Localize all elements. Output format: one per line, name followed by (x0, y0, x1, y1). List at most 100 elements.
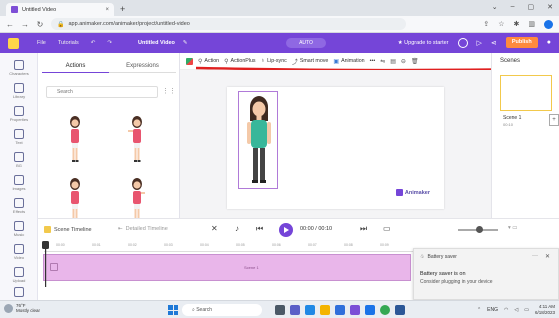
ruler-tick: 00:03 (164, 243, 173, 247)
battery-saver-notification[interactable]: ♧ Battery saver ··· ✕ Battery saver is o… (413, 248, 559, 300)
tutorials-menu[interactable]: Tutorials (58, 40, 79, 46)
preview-play-icon[interactable]: ▷ (477, 39, 482, 47)
teams-chat-icon[interactable] (290, 305, 300, 315)
zoom-level-dropdown[interactable]: ▾ ▭ (508, 225, 518, 231)
caption-icon[interactable]: ▭ (383, 224, 391, 233)
rail-item-video[interactable]: Video (0, 244, 38, 260)
action-thumbnail[interactable] (112, 115, 162, 171)
extensions-icon[interactable]: ✱ (514, 20, 520, 28)
forward-icon[interactable]: ⏭ (360, 224, 367, 234)
video-canvas[interactable]: Animaker (227, 87, 444, 209)
reload-icon[interactable]: ↻ (36, 20, 44, 29)
playhead-handle[interactable] (42, 241, 49, 287)
animation-button[interactable]: ▣ Animation (333, 58, 364, 65)
new-tab-button[interactable]: + (120, 4, 125, 14)
microphone-icon[interactable]: ♪ (235, 224, 239, 233)
lipsync-button[interactable]: ♁ Lip-sync (261, 58, 287, 64)
chrome-browser-icon[interactable] (380, 305, 390, 315)
flip-icon[interactable]: ⇋ (380, 58, 385, 65)
character-figure-icon (128, 116, 142, 162)
sidebar-icon[interactable]: ▥ (528, 20, 535, 28)
store-icon[interactable] (335, 305, 345, 315)
actionplus-button[interactable]: ⚲ ActionPlus (224, 58, 255, 65)
taskbar-search[interactable]: ⌕ Search (182, 304, 262, 316)
minimize-button[interactable]: – (511, 3, 515, 11)
forward-icon[interactable]: → (21, 20, 29, 29)
notification-close-icon[interactable]: ✕ (545, 253, 550, 260)
rail-item-music[interactable]: Music (0, 221, 38, 237)
help-icon[interactable] (457, 37, 468, 48)
app-icon[interactable] (365, 305, 375, 315)
profile-avatar[interactable] (544, 19, 553, 29)
clock-time: 4:11 AM (538, 304, 555, 309)
lock-icon[interactable]: ⊖ (401, 58, 406, 65)
rail-item-more[interactable] (0, 287, 38, 297)
user-avatar-icon[interactable]: ● (547, 39, 551, 46)
video-title[interactable]: Untitled Video (138, 40, 175, 46)
action-icon: ⚲ (198, 58, 203, 65)
rail-item-text[interactable]: Text (0, 129, 38, 145)
action-thumbnail[interactable] (50, 115, 100, 171)
shuffle-icon[interactable]: ✕ (211, 224, 218, 233)
app-icon[interactable] (350, 305, 360, 315)
wifi-icon[interactable]: ◠ (504, 307, 508, 313)
filter-icon[interactable]: ⋮⋮ (162, 87, 176, 95)
weather-widget[interactable]: 76°F Mostly clear (4, 303, 40, 313)
scene-timeline-button[interactable]: Scene Timeline (44, 226, 92, 233)
detailed-timeline-button[interactable]: ⇤ Detailed Timeline (118, 226, 168, 232)
maximize-button[interactable]: ▢ (528, 3, 535, 11)
bookmark-star-icon[interactable]: ☆ (498, 20, 504, 28)
edge-browser-icon[interactable] (305, 305, 315, 315)
notification-options-icon[interactable]: ··· (532, 253, 538, 259)
tab-close-icon[interactable]: × (105, 7, 109, 13)
undo-icon[interactable]: ↶ (91, 40, 96, 46)
smart-move-button[interactable]: ⤴ Smart move (292, 57, 329, 66)
language-indicator[interactable]: ENG (487, 307, 498, 313)
task-view-icon[interactable] (275, 305, 285, 315)
file-explorer-icon[interactable] (320, 305, 330, 315)
rail-item-bg[interactable]: BG (0, 152, 38, 168)
color-swatch-icon[interactable] (186, 57, 193, 65)
share-icon[interactable]: ⋖ (491, 39, 497, 47)
upgrade-link[interactable]: ★ Upgrade to starter (398, 40, 449, 46)
tab-search-icon[interactable]: ⌄ (492, 3, 498, 11)
edit-title-icon[interactable]: ✎ (183, 40, 188, 46)
rail-item-effects[interactable]: Effects (0, 198, 38, 214)
action-search-input[interactable] (46, 86, 158, 98)
close-window-button[interactable]: ✕ (547, 3, 553, 11)
tab-actions[interactable]: Actions (42, 59, 109, 73)
browser-tab[interactable]: Untitled Video × (6, 3, 114, 16)
redo-icon[interactable]: ↷ (107, 40, 112, 46)
animaker-logo[interactable] (8, 37, 19, 49)
rewind-icon[interactable]: ⏮ (256, 224, 263, 234)
action-button[interactable]: ⚲ Action (198, 58, 219, 65)
rail-item-properties[interactable]: Properties (0, 106, 38, 122)
tray-chevron-icon[interactable]: ⌃ (477, 307, 481, 313)
rail-item-characters[interactable]: Characters (0, 60, 38, 76)
layers-icon[interactable]: ▤ (390, 58, 396, 65)
scene-track[interactable]: Scene 1 (43, 254, 411, 281)
more-options-button[interactable]: ••• (370, 58, 376, 64)
app-icon[interactable] (395, 305, 405, 315)
url-field[interactable]: 🔒 app.animaker.com/animaker/project/unti… (51, 18, 407, 30)
taskbar-clock[interactable]: 4:11 AM 6/18/2023 (535, 304, 555, 315)
rail-item-upload[interactable]: Upload (0, 267, 38, 283)
windows-start-icon[interactable] (168, 305, 178, 315)
delete-icon[interactable]: 🗑 (411, 58, 419, 65)
rail-item-library[interactable]: Library (0, 83, 38, 99)
volume-icon[interactable]: ◁ (514, 307, 518, 313)
zoom-slider-handle[interactable] (476, 226, 483, 233)
tab-expressions[interactable]: Expressions (109, 59, 176, 73)
back-icon[interactable]: ← (6, 20, 14, 29)
play-button[interactable] (279, 223, 293, 237)
selected-character[interactable] (238, 91, 278, 189)
file-menu[interactable]: File (37, 40, 46, 46)
scene-thumbnail[interactable] (500, 75, 552, 111)
lock-icon[interactable]: 🔒 (57, 21, 64, 28)
add-scene-button[interactable]: + (549, 114, 559, 126)
rail-item-images[interactable]: Images (0, 175, 38, 191)
auto-pill[interactable]: AUTO (286, 38, 326, 48)
publish-button[interactable]: Publish (505, 37, 538, 48)
battery-icon[interactable]: ▭ (524, 307, 529, 313)
share-icon[interactable]: ⇪ (483, 20, 489, 28)
